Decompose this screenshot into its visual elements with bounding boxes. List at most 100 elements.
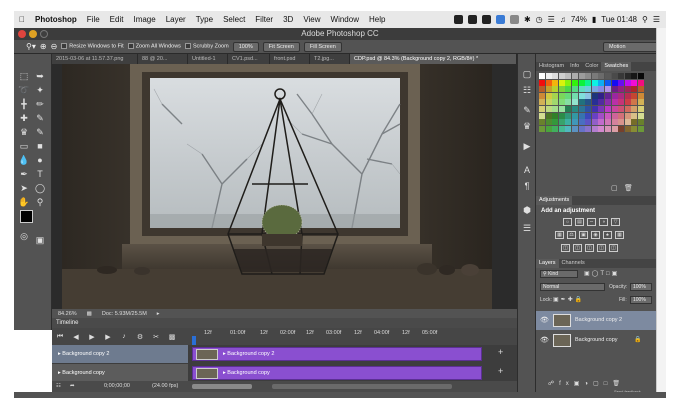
- gradient-tool-icon[interactable]: ■: [34, 140, 46, 152]
- menu-help[interactable]: Help: [364, 15, 390, 24]
- layers-footer-icons[interactable]: ☍fx▣◑▢□🗑: [548, 380, 625, 387]
- color-swatch[interactable]: [598, 112, 605, 119]
- color-swatch[interactable]: [585, 79, 592, 86]
- color-swatch[interactable]: [565, 92, 572, 99]
- color-swatch[interactable]: [565, 125, 572, 132]
- color-swatch[interactable]: [598, 119, 605, 126]
- tab-cv1[interactable]: CV1.psd...: [228, 54, 270, 64]
- document-image[interactable]: [62, 64, 492, 309]
- menu-window[interactable]: Window: [326, 15, 364, 24]
- brush-panel-icon[interactable]: ✎: [521, 104, 533, 116]
- color-swatch[interactable]: [605, 125, 611, 132]
- zoom-in-icon[interactable]: ⊕: [40, 42, 47, 51]
- color-swatch[interactable]: [591, 86, 598, 93]
- color-swatch[interactable]: [565, 106, 572, 112]
- color-swatch[interactable]: [558, 92, 565, 99]
- color-swatch[interactable]: [618, 125, 625, 132]
- color-swatch[interactable]: [545, 92, 552, 99]
- tray-app4-icon[interactable]: [509, 15, 519, 24]
- color-swatch[interactable]: [638, 119, 644, 126]
- color-swatch[interactable]: [605, 73, 611, 79]
- color-swatch[interactable]: [631, 73, 638, 79]
- black-white-adjustment-icon[interactable]: ▣: [579, 231, 588, 239]
- tab-channels[interactable]: Channels: [559, 259, 588, 268]
- notification-center-icon[interactable]: ☰: [653, 15, 660, 24]
- tab-untitled-1[interactable]: Untitled-1: [188, 54, 228, 64]
- timeline-ruler[interactable]: 12f 01:00f 12f 02:00f 12f 03:00f 12f 04:…: [192, 328, 492, 345]
- color-swatch[interactable]: [572, 92, 578, 99]
- zoom-out-icon[interactable]: ⊖: [51, 42, 58, 51]
- tab-88[interactable]: 88 @ 20...: [138, 54, 188, 64]
- layer-name[interactable]: Background copy 2: [575, 311, 622, 330]
- video-clip[interactable]: ▸ Background copy: [192, 366, 482, 380]
- color-swatch[interactable]: [552, 73, 559, 79]
- color-swatch[interactable]: [624, 73, 631, 79]
- character-panel-icon[interactable]: A: [521, 164, 533, 176]
- layer-row-background-copy-2[interactable]: 👁 Background copy 2: [536, 311, 656, 330]
- previous-frame-icon[interactable]: ◀: [68, 333, 84, 341]
- tray-app2-icon[interactable]: [467, 15, 477, 24]
- color-swatch[interactable]: [552, 92, 559, 99]
- color-swatch[interactable]: [624, 99, 631, 106]
- threshold-adjustment-icon[interactable]: ◫: [585, 244, 594, 252]
- color-swatch[interactable]: [558, 112, 565, 119]
- spotlight-search-icon[interactable]: ⚲: [642, 15, 648, 24]
- properties-panel-icon[interactable]: ☷: [521, 84, 533, 96]
- fit-screen-button[interactable]: Fit Screen: [262, 41, 300, 52]
- tab-layers[interactable]: Layers: [536, 259, 559, 268]
- foreground-color-swatch[interactable]: [20, 210, 33, 223]
- timeline-zoom-slider[interactable]: [192, 384, 252, 389]
- color-swatch[interactable]: [578, 106, 585, 112]
- time-machine-icon[interactable]: ◷: [536, 15, 543, 24]
- color-swatch[interactable]: [545, 125, 552, 132]
- tab-adjustments[interactable]: Adjustments: [536, 196, 573, 205]
- color-swatch[interactable]: [598, 79, 605, 86]
- color-swatch[interactable]: [598, 92, 605, 99]
- new-swatch-icon[interactable]: ▢: [611, 184, 618, 192]
- color-swatch[interactable]: [572, 86, 578, 93]
- hue-saturation-adjustment-icon[interactable]: ▦: [555, 231, 564, 239]
- menu-filter[interactable]: Filter: [250, 15, 278, 24]
- curves-adjustment-icon[interactable]: ∽: [587, 218, 596, 226]
- tab-front[interactable]: front.psd: [270, 54, 310, 64]
- color-swatch[interactable]: [618, 119, 625, 126]
- selective-color-adjustment-icon[interactable]: ◫: [597, 244, 606, 252]
- color-swatch[interactable]: [591, 125, 598, 132]
- history-brush-tool-icon[interactable]: ✎: [34, 126, 46, 138]
- color-swatch[interactable]: [638, 112, 644, 119]
- brightness-adjustment-icon[interactable]: ☼: [563, 218, 572, 226]
- color-swatch[interactable]: [591, 99, 598, 106]
- color-swatch[interactable]: [605, 112, 611, 119]
- tray-app-icon[interactable]: [453, 15, 463, 24]
- resize-windows-checkbox[interactable]: Resize Windows to Fit: [61, 43, 124, 50]
- color-swatch[interactable]: [591, 73, 598, 79]
- color-swatch[interactable]: [578, 125, 585, 132]
- color-swatch[interactable]: [618, 86, 625, 93]
- color-swatch[interactable]: [572, 112, 578, 119]
- wifi-icon[interactable]: ☰: [548, 15, 555, 24]
- color-swatch[interactable]: [638, 86, 644, 93]
- apple-icon[interactable]: : [14, 15, 30, 24]
- color-swatch[interactable]: [591, 92, 598, 99]
- color-swatch[interactable]: [624, 86, 631, 93]
- color-swatch[interactable]: [539, 79, 545, 86]
- clone-stamp-tool-icon[interactable]: ♛: [18, 126, 30, 138]
- color-swatch[interactable]: [539, 106, 545, 112]
- color-swatch[interactable]: [585, 73, 592, 79]
- eyedropper-tool-icon[interactable]: ✏: [34, 98, 46, 110]
- color-swatch[interactable]: [638, 79, 644, 86]
- tab-cdp-active[interactable]: CDP.psd @ 84.3% (Background copy 2, RGB/…: [350, 54, 517, 64]
- render-video-icon[interactable]: ➦: [70, 381, 75, 392]
- quick-mask-icon[interactable]: ◎: [18, 230, 30, 242]
- color-swatch[interactable]: [631, 119, 638, 126]
- color-swatch[interactable]: [605, 86, 611, 93]
- tray-app3-icon[interactable]: [481, 15, 491, 24]
- color-swatch[interactable]: [598, 99, 605, 106]
- color-swatch[interactable]: [552, 106, 559, 112]
- exposure-adjustment-icon[interactable]: ◑: [599, 218, 608, 226]
- color-swatch[interactable]: [624, 79, 631, 86]
- color-swatch[interactable]: [545, 106, 552, 112]
- color-swatch[interactable]: [539, 92, 545, 99]
- color-swatch[interactable]: [558, 106, 565, 112]
- color-swatch[interactable]: [591, 79, 598, 86]
